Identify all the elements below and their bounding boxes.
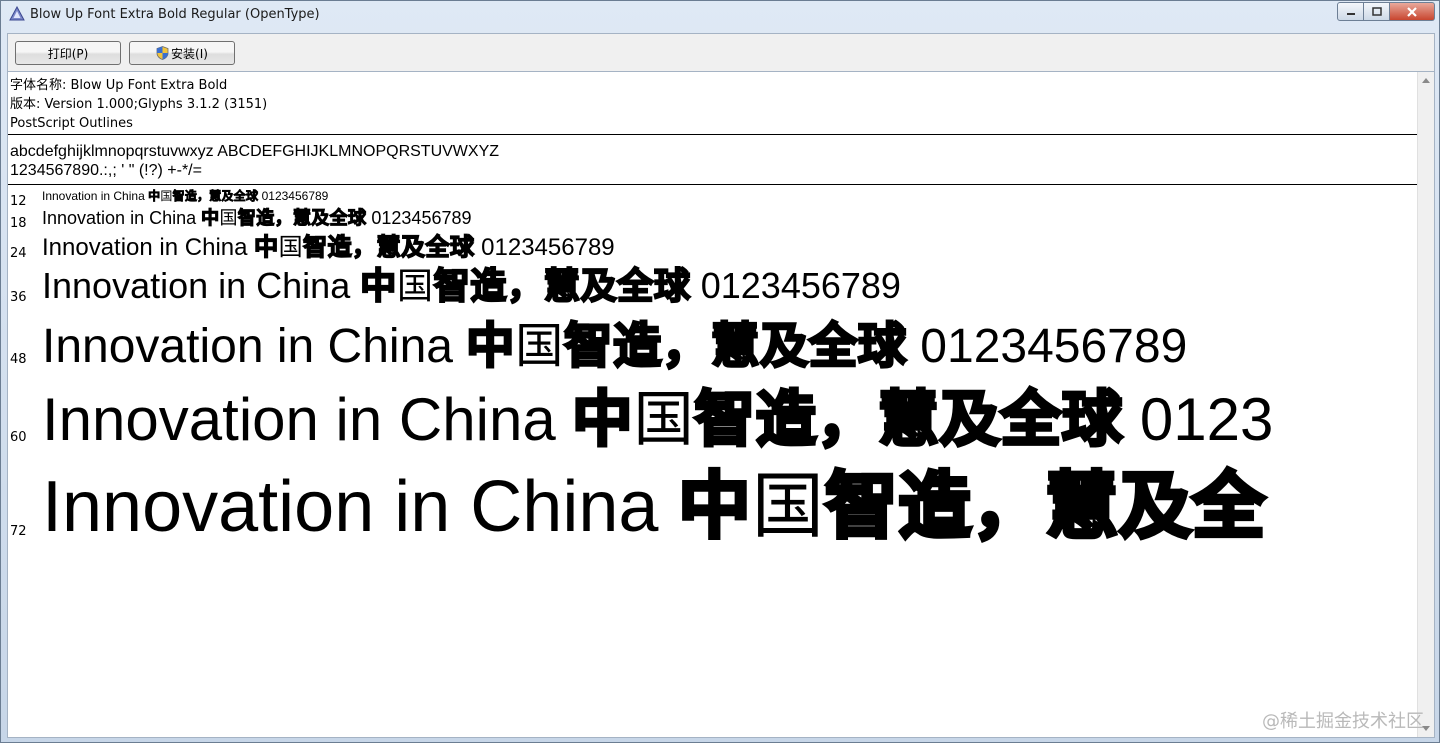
sample-cn: 中: [359, 265, 397, 307]
install-button-label: 安装(I): [171, 46, 208, 61]
maximize-button[interactable]: [1364, 2, 1390, 21]
size-label: 72: [10, 524, 27, 539]
charset-preview: abcdefghijklmnopqrstuvwxyz ABCDEFGHIJKLM…: [10, 142, 499, 180]
sample-latin: Innovation in China: [42, 320, 467, 373]
font-version-line: 版本: Version 1.000;Glyphs 3.1.2 (3151): [10, 97, 268, 112]
sample-digits: 0123456789: [690, 265, 901, 306]
sample-text: Innovation in China 中国智造，慧及全: [42, 467, 1267, 543]
window-title: Blow Up Font Extra Bold Regular (OpenTyp…: [30, 7, 320, 22]
font-outline-line: PostScript Outlines: [10, 116, 133, 131]
sample-text: Innovation in China 中国智造，慧及全球 0123456789: [42, 265, 901, 307]
sample-cn: 国: [633, 385, 695, 455]
sample-cn: 智造，慧及全: [823, 463, 1267, 548]
size-label: 18: [10, 216, 27, 231]
font-app-icon: [9, 6, 25, 21]
divider: [8, 134, 1418, 135]
charset-letters: abcdefghijklmnopqrstuvwxyz ABCDEFGHIJKLM…: [10, 143, 500, 160]
chevron-up-icon: [1422, 78, 1430, 83]
sample-cn: 国: [751, 464, 826, 548]
sample-cn: 中: [465, 318, 516, 374]
close-icon: [1407, 6, 1417, 17]
sample-cn: 国: [278, 233, 304, 261]
sample-cn: 智造，慧及全球: [563, 318, 908, 374]
print-button-label: 打印(P): [47, 46, 89, 61]
sample-cn: 中: [676, 463, 752, 548]
sample-cn: 国: [396, 266, 434, 307]
sample-cn: 智造，慧及全球: [172, 189, 259, 203]
watermark: @稀土掘金技术社区: [1262, 711, 1424, 732]
sample-text: Innovation in China 中国智造，慧及全球 0123456789: [42, 320, 1188, 373]
minimize-icon: [1346, 12, 1355, 15]
sample-cn: 智造，慧及全球: [237, 208, 367, 229]
sample-digits: 0123456789: [906, 320, 1188, 373]
sample-digits: 0123456789: [474, 234, 615, 261]
sample-text: Innovation in China 中国智造，慧及全球 0123456789: [42, 232, 615, 261]
install-button[interactable]: 安装(I): [129, 41, 235, 65]
sample-latin: Innovation in China: [42, 234, 255, 261]
divider: [8, 184, 1418, 185]
close-button[interactable]: [1390, 2, 1435, 21]
font-name-line: 字体名称: Blow Up Font Extra Bold: [10, 78, 228, 93]
size-label: 36: [10, 290, 27, 305]
title-bar[interactable]: Blow Up Font Extra Bold Regular (OpenTyp…: [1, 1, 1439, 29]
sample-text: Innovation in China 中国智造，慧及全球 0123456789: [42, 209, 472, 228]
uac-shield-icon: [156, 46, 169, 60]
size-label: 60: [10, 430, 27, 445]
sample-text: Innovation in China 中国智造，慧及全球 0123: [42, 388, 1273, 452]
scroll-up-button[interactable]: [1418, 72, 1434, 89]
sample-digits: 0123456789: [366, 208, 472, 228]
toolbar: 打印(P) 安装(I): [7, 33, 1435, 71]
minimize-button[interactable]: [1337, 2, 1364, 21]
sample-cn: 国: [160, 189, 173, 203]
sample-cn: 智造，慧及全球: [693, 385, 1124, 455]
sample-latin: Innovation in China: [42, 265, 361, 306]
sample-digits: 0123456789: [258, 189, 329, 203]
sample-cn: 中: [201, 208, 220, 229]
sample-cn: 中: [571, 385, 635, 455]
size-label: 24: [10, 246, 27, 261]
charset-digits: 1234567890.:,; ' " (!?) +-*/=: [10, 162, 202, 179]
sample-cn: 智造，慧及全球: [433, 265, 691, 307]
sample-latin: Innovation in China: [42, 467, 679, 547]
sample-cn: 国: [515, 318, 565, 374]
sample-cn: 中: [253, 232, 279, 261]
sample-latin: Innovation in China: [42, 386, 573, 453]
print-button[interactable]: 打印(P): [15, 41, 121, 65]
size-label: 12: [10, 194, 27, 209]
sample-cn: 智造，慧及全球: [302, 232, 475, 261]
sample-latin: Innovation in China: [42, 208, 202, 228]
sample-digits: 0123: [1123, 386, 1274, 453]
sample-cn: 国: [219, 208, 238, 229]
sample-cn: 中: [148, 189, 161, 203]
vertical-scrollbar[interactable]: [1417, 72, 1434, 737]
maximize-icon: [1371, 7, 1382, 16]
sample-latin: Innovation in China: [42, 189, 149, 203]
sample-text: Innovation in China 中国智造，慧及全球 0123456789: [42, 189, 329, 203]
font-viewer-window: Blow Up Font Extra Bold Regular (OpenTyp…: [0, 0, 1440, 743]
font-info: 字体名称: Blow Up Font Extra Bold 版本: Versio…: [10, 76, 267, 133]
size-label: 48: [10, 352, 27, 367]
font-preview-pane[interactable]: 字体名称: Blow Up Font Extra Bold 版本: Versio…: [7, 71, 1435, 738]
